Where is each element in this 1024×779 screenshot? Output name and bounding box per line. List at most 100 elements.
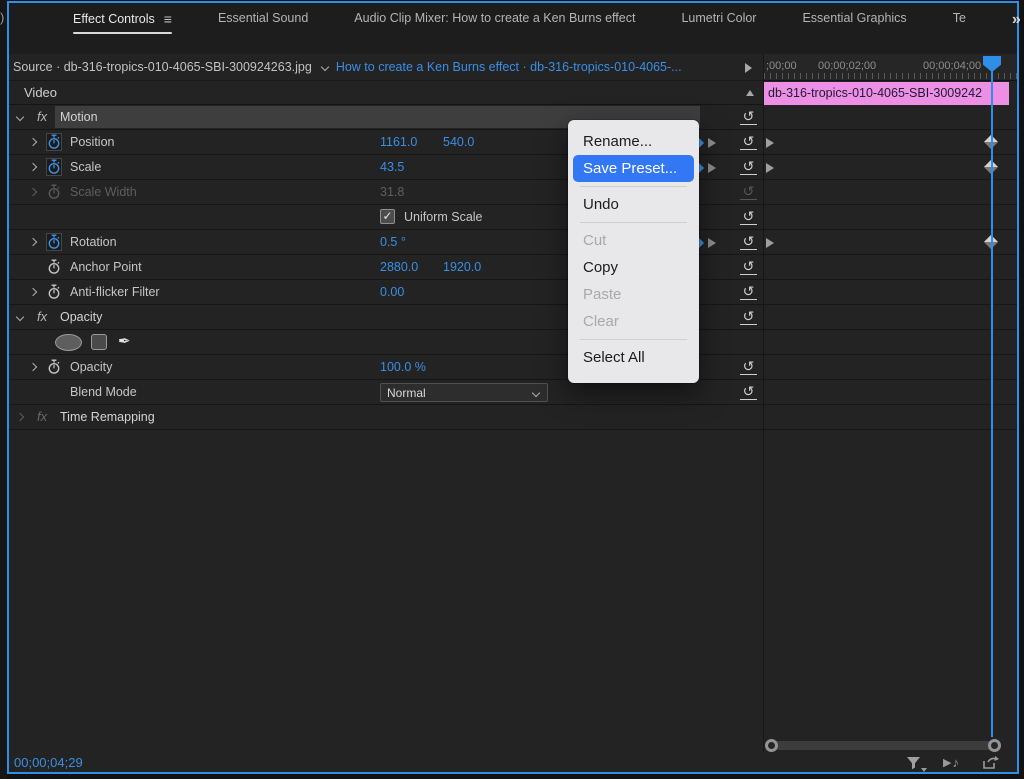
effect-name-label[interactable]: Opacity xyxy=(60,310,102,324)
expand-chevron-icon[interactable] xyxy=(28,287,38,297)
reset-parameter-icon[interactable]: ↺ xyxy=(740,133,757,150)
add-keyframe-icon[interactable] xyxy=(699,238,704,248)
reset-parameter-icon[interactable]: ↺ xyxy=(740,258,757,275)
effect-row-blend-mode: Blend Mode Normal ↺ xyxy=(9,380,1017,405)
timeline-clip[interactable]: db-316-tropics-010-4065-SBI-3009242 xyxy=(764,82,1009,105)
collapse-up-icon[interactable] xyxy=(746,90,754,96)
add-keyframe-icon[interactable] xyxy=(699,138,704,148)
reset-parameter-icon[interactable]: ↺ xyxy=(740,308,757,325)
fx-badge-icon: fx xyxy=(37,409,48,424)
stopwatch-icon[interactable] xyxy=(46,133,62,151)
expand-chevron-icon[interactable] xyxy=(15,412,25,422)
timeline-zoom-scrollbar[interactable] xyxy=(765,739,1001,752)
tab-label: Audio Clip Mixer: How to create a Ken Bu… xyxy=(354,11,636,25)
stopwatch-icon[interactable] xyxy=(46,158,62,176)
property-value[interactable]: 0.5 ° xyxy=(380,235,406,249)
expand-chevron-icon[interactable] xyxy=(28,362,38,372)
tab-essential-graphics[interactable]: Essential Graphics xyxy=(802,11,906,32)
tab-effect-controls[interactable]: Effect Controls ≡ xyxy=(73,11,172,34)
collapse-chevron-icon[interactable] xyxy=(15,312,25,322)
play-arrow-icon[interactable] xyxy=(745,63,752,73)
dropdown-value: Normal xyxy=(387,386,426,400)
property-value[interactable]: 2880.0 xyxy=(380,260,418,274)
rectangle-mask-icon[interactable] xyxy=(91,334,107,350)
expand-chevron-icon[interactable] xyxy=(28,137,38,147)
reset-parameter-icon[interactable]: ↺ xyxy=(740,283,757,300)
tab-essential-sound[interactable]: Essential Sound xyxy=(218,11,308,32)
next-keyframe-icon[interactable] xyxy=(708,238,716,248)
sequence-clip-link[interactable]: How to create a Ken Burns effect · db-31… xyxy=(336,60,682,74)
play-audio-only-icon[interactable]: ▶ ♪ xyxy=(943,755,960,770)
property-label: Rotation xyxy=(70,235,117,249)
adjacent-panel-edge: ) xyxy=(0,0,7,779)
tab-audio-clip-mixer-how-to-create-a-ken-burns-effect[interactable]: Audio Clip Mixer: How to create a Ken Bu… xyxy=(354,11,635,32)
effect-row-anchor-point: Anchor Point 2880.0 1920.0 ↺ xyxy=(9,255,1017,280)
effect-name-label[interactable]: Time Remapping xyxy=(60,410,155,424)
property-label: Blend Mode xyxy=(70,385,137,399)
ruler-timecode-label: 00;00;04;00 xyxy=(923,60,982,72)
property-value[interactable]: 1920.0 xyxy=(443,260,481,274)
property-label: Anti-flicker Filter xyxy=(70,285,160,299)
property-value[interactable]: 540.0 xyxy=(443,135,474,149)
add-keyframe-icon[interactable] xyxy=(699,163,704,173)
current-timecode[interactable]: 00;00;04;29 xyxy=(9,755,83,770)
effect-row-opacity: Opacity 100.0 % ↺ xyxy=(9,355,1017,380)
source-clip-name: Source · db-316-tropics-010-4065-SBI-300… xyxy=(13,60,312,74)
menu-separator xyxy=(580,222,687,223)
tab-lumetri-color[interactable]: Lumetri Color xyxy=(681,11,756,32)
property-value[interactable]: 31.8 xyxy=(380,185,404,199)
uniform-scale-checkbox[interactable]: ✓ xyxy=(380,209,395,224)
menu-item-save-preset[interactable]: Save Preset... xyxy=(573,155,694,182)
reset-parameter-icon[interactable]: ↺ xyxy=(740,108,757,125)
tab-te[interactable]: Te xyxy=(953,11,966,32)
menu-item-select-all[interactable]: Select All xyxy=(568,344,699,371)
filter-properties-icon[interactable] xyxy=(906,756,928,772)
zoom-handle-left[interactable] xyxy=(765,739,778,752)
blend-mode-dropdown[interactable]: Normal xyxy=(380,383,548,402)
effect-name-label[interactable]: Motion xyxy=(60,110,98,124)
stopwatch-icon[interactable] xyxy=(47,284,61,300)
property-value[interactable]: 43.5 xyxy=(380,160,404,174)
zoom-scrollbar-track[interactable] xyxy=(771,741,995,750)
reset-parameter-icon[interactable]: ↺ xyxy=(740,383,757,400)
menu-item-paste: Paste xyxy=(583,286,622,303)
property-label: Position xyxy=(70,135,115,149)
video-section-label: Video xyxy=(24,85,58,100)
panel-menu-icon[interactable]: ≡ xyxy=(164,11,172,27)
expand-chevron-icon[interactable] xyxy=(28,162,38,172)
fx-badge-icon: fx xyxy=(37,309,48,324)
property-label: Opacity xyxy=(70,360,113,374)
next-keyframe-icon[interactable] xyxy=(708,138,716,148)
expand-chevron-icon[interactable] xyxy=(28,237,38,247)
effect-row-scale: Scale 43.5 ↺ xyxy=(9,155,1017,180)
video-section-header[interactable]: Video xyxy=(9,81,763,105)
reset-parameter-icon[interactable]: ↺ xyxy=(740,358,757,375)
pen-mask-icon[interactable]: ✒ xyxy=(118,332,131,350)
stopwatch-icon[interactable] xyxy=(47,359,61,375)
export-frame-icon[interactable] xyxy=(982,755,999,770)
ellipse-mask-icon[interactable] xyxy=(55,334,82,351)
expand-chevron-icon[interactable] xyxy=(28,187,38,197)
tab-overflow-icon[interactable]: » xyxy=(1012,11,1021,29)
reset-parameter-icon[interactable]: ↺ xyxy=(740,158,757,175)
property-value[interactable]: 100.0 % xyxy=(380,360,426,374)
menu-item-rename[interactable]: Rename... xyxy=(568,128,699,155)
property-value[interactable]: 1161.0 xyxy=(380,135,417,149)
effect-row-scale-width: Scale Width 31.8 ↺ xyxy=(9,180,1017,205)
menu-item-copy[interactable]: Copy xyxy=(568,254,699,281)
property-value[interactable]: 0.00 xyxy=(380,285,404,299)
reset-parameter-icon[interactable]: ↺ xyxy=(740,208,757,225)
zoom-handle-right[interactable] xyxy=(988,739,1001,752)
reset-parameter-icon[interactable]: ↺ xyxy=(740,233,757,250)
property-label: Anchor Point xyxy=(70,260,142,274)
timeline-ruler[interactable]: ;00;00 00;00;02;00 00;00;04;00 xyxy=(764,54,1017,81)
stopwatch-icon[interactable] xyxy=(46,233,62,251)
stopwatch-icon[interactable] xyxy=(47,259,61,275)
panel-timeline-divider[interactable] xyxy=(763,54,764,752)
next-keyframe-icon[interactable] xyxy=(708,163,716,173)
stopwatch-icon[interactable] xyxy=(47,184,61,200)
collapse-chevron-icon[interactable] xyxy=(15,112,25,122)
menu-item-undo[interactable]: Undo xyxy=(568,191,699,218)
ruler-timecode-label: ;00;00 xyxy=(766,60,797,72)
chevron-down-icon[interactable] xyxy=(320,62,330,72)
